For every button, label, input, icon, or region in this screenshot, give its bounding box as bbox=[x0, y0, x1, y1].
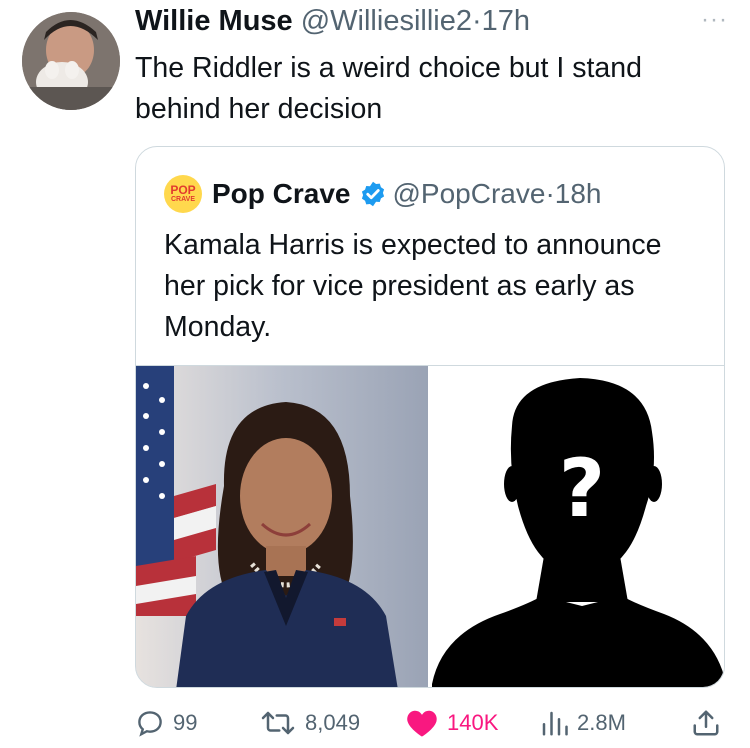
views-button[interactable]: 2.8M bbox=[539, 706, 626, 740]
quoted-author-handle[interactable]: @PopCrave bbox=[393, 178, 546, 210]
reply-icon bbox=[138, 711, 162, 737]
reply-button[interactable]: 99 bbox=[135, 706, 197, 740]
heart-icon bbox=[407, 710, 437, 737]
quoted-tweet-time[interactable]: 18h bbox=[555, 178, 602, 210]
logo-text-bottom: CRAVE bbox=[171, 195, 195, 203]
quoted-time-separator: · bbox=[545, 178, 555, 209]
view-count: 2.8M bbox=[577, 710, 626, 735]
tweet-header: Willie Muse @Williesillie2·17h bbox=[135, 4, 530, 38]
author-handle[interactable]: @Williesillie2 bbox=[301, 5, 472, 37]
portrait-image bbox=[136, 366, 428, 687]
logo-text-top: POP bbox=[170, 182, 196, 197]
time-separator: · bbox=[471, 5, 482, 37]
pop-crave-logo[interactable]: POP CRAVE bbox=[164, 175, 202, 213]
quoted-tweet[interactable]: POP CRAVE Pop Crave @PopCrave · 18h Kamala… bbox=[135, 146, 725, 688]
portrait-photo[interactable] bbox=[136, 366, 428, 687]
tweet-text: The Riddler is a weird choice but I stan… bbox=[135, 52, 642, 125]
like-count: 140K bbox=[447, 710, 499, 735]
question-mark: ? bbox=[559, 442, 605, 535]
share-icon bbox=[693, 710, 719, 736]
tweet-time[interactable]: 17h bbox=[482, 5, 530, 37]
mystery-silhouette[interactable]: ? bbox=[432, 366, 724, 687]
repost-icon bbox=[261, 711, 295, 735]
quoted-tweet-text: Kamala Harris is expected to announce he… bbox=[164, 229, 662, 343]
quoted-author-name[interactable]: Pop Crave bbox=[212, 178, 351, 210]
views-icon bbox=[542, 711, 568, 736]
more-options-icon[interactable]: ··· bbox=[701, 6, 728, 34]
repost-count: 8,049 bbox=[305, 710, 361, 735]
quoted-tweet-header: POP CRAVE Pop Crave @PopCrave · 18h bbox=[164, 175, 601, 213]
media-grid: ? bbox=[136, 365, 724, 687]
tweet-actions: 99 8,049 140K 2.8M bbox=[135, 706, 725, 740]
repost-button[interactable]: 8,049 bbox=[259, 706, 360, 740]
silhouette-image: ? bbox=[432, 366, 724, 687]
author-name[interactable]: Willie Muse bbox=[135, 5, 293, 37]
reply-count: 99 bbox=[173, 710, 198, 735]
share-button[interactable] bbox=[691, 706, 729, 740]
like-button[interactable]: 140K bbox=[405, 706, 498, 740]
avatar-photo bbox=[22, 12, 120, 110]
user-avatar[interactable] bbox=[22, 12, 120, 110]
verified-badge-icon bbox=[361, 181, 384, 207]
